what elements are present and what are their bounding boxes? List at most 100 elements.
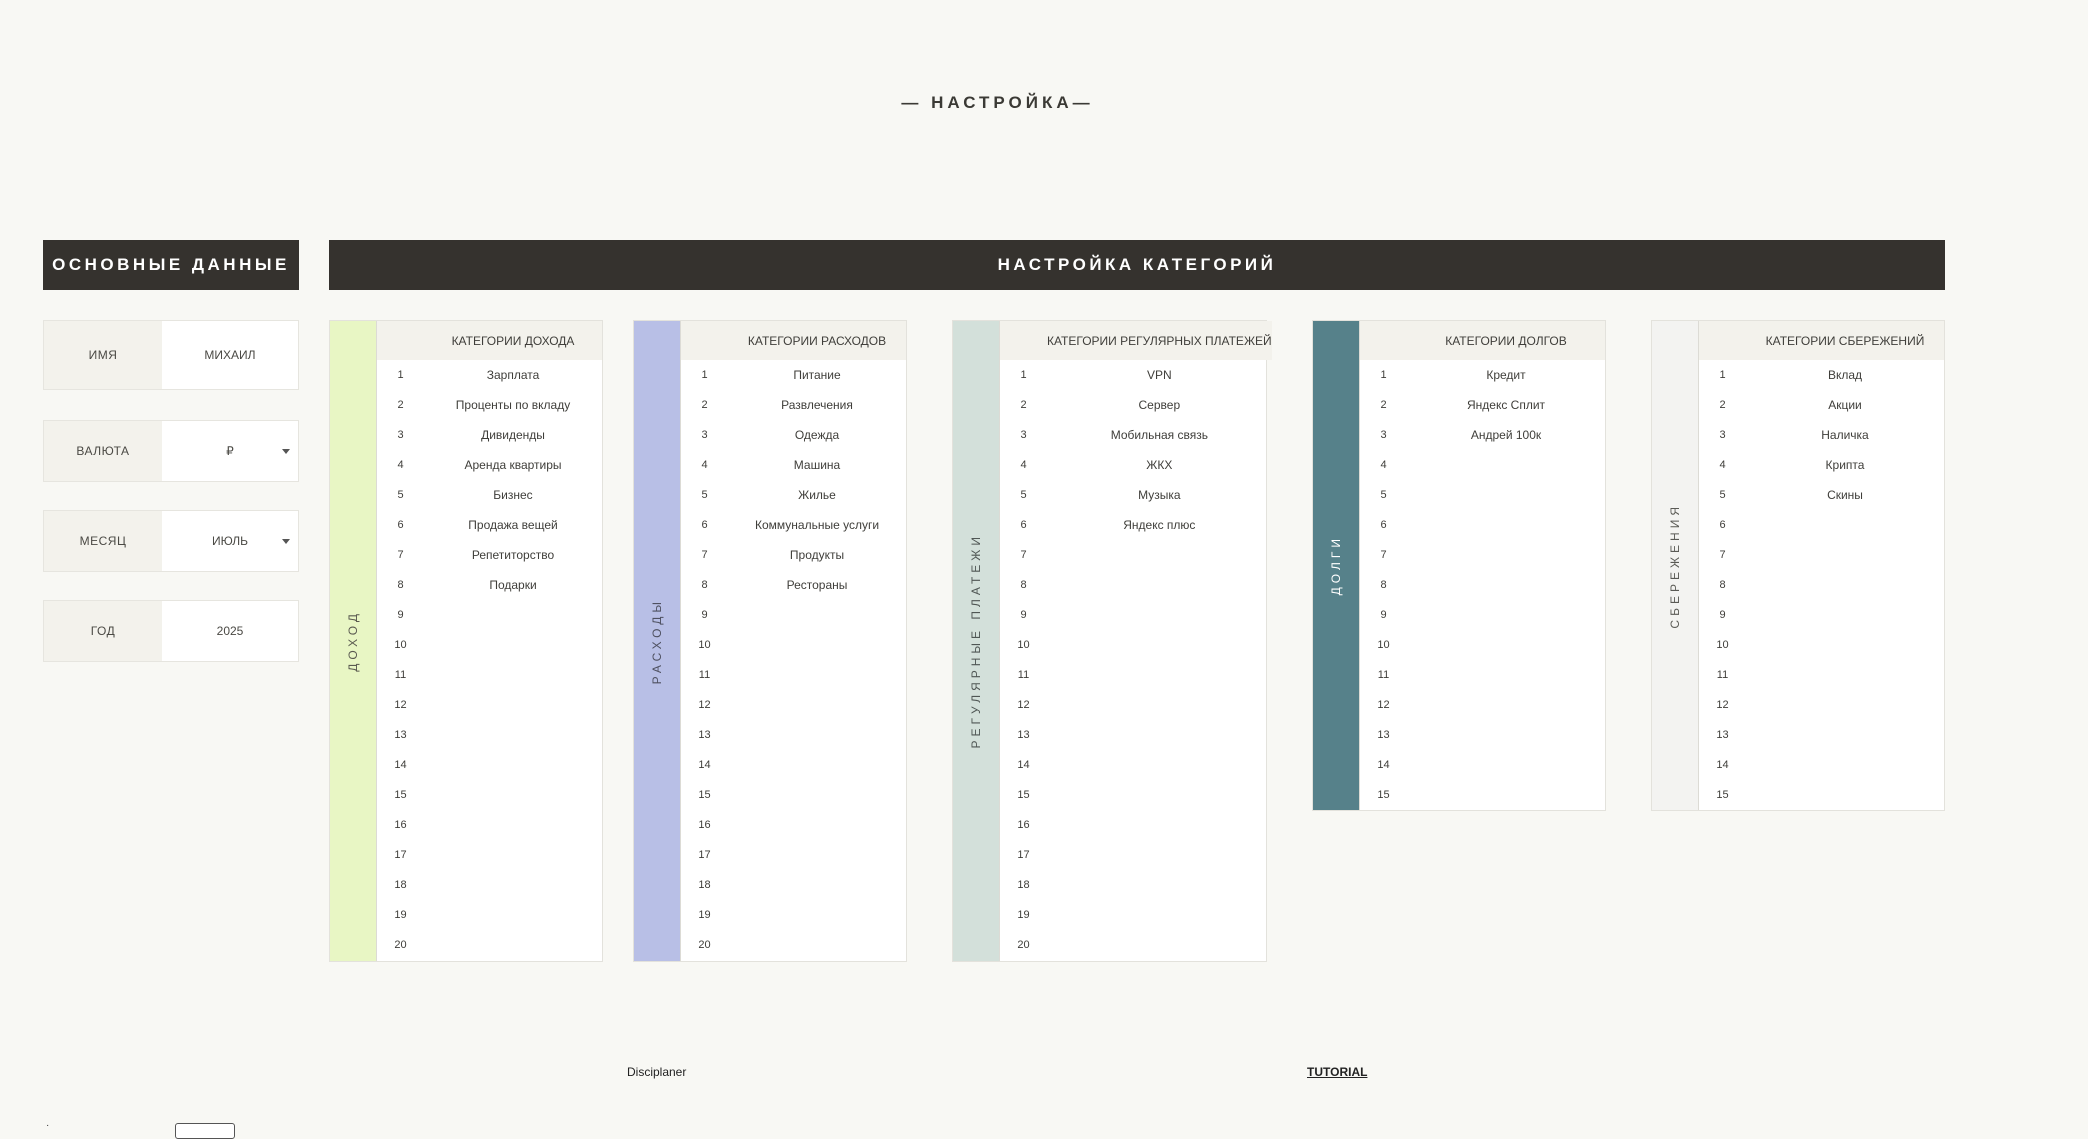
- category-row[interactable]: 7: [1360, 540, 1605, 570]
- category-cell[interactable]: Скины: [1746, 488, 1944, 502]
- category-cell[interactable]: ЖКХ: [1047, 458, 1272, 472]
- currency-select[interactable]: ₽: [162, 421, 298, 481]
- category-cell[interactable]: Андрей 100к: [1407, 428, 1605, 442]
- category-cell[interactable]: Зарплата: [424, 368, 602, 382]
- category-row[interactable]: 14: [1360, 750, 1605, 780]
- category-row[interactable]: 1 Зарплата: [377, 360, 602, 390]
- category-row[interactable]: 9: [1360, 600, 1605, 630]
- category-row[interactable]: 3 Наличка: [1699, 420, 1944, 450]
- category-row[interactable]: 10: [1360, 630, 1605, 660]
- category-row[interactable]: 6 Яндекс плюс: [1000, 510, 1272, 540]
- category-row[interactable]: 15: [1000, 780, 1272, 810]
- category-cell[interactable]: Бизнес: [424, 488, 602, 502]
- category-row[interactable]: 18: [681, 870, 906, 900]
- category-row[interactable]: 9: [1000, 600, 1272, 630]
- category-cell[interactable]: Подарки: [424, 578, 602, 592]
- category-row[interactable]: 6 Коммунальные услуги: [681, 510, 906, 540]
- category-cell[interactable]: Коммунальные услуги: [728, 518, 906, 532]
- category-row[interactable]: 12: [1000, 690, 1272, 720]
- category-cell[interactable]: Проценты по вкладу: [424, 398, 602, 412]
- category-row[interactable]: 2 Проценты по вкладу: [377, 390, 602, 420]
- category-row[interactable]: 8 Рестораны: [681, 570, 906, 600]
- category-row[interactable]: 7 Продукты: [681, 540, 906, 570]
- category-cell[interactable]: Крипта: [1746, 458, 1944, 472]
- category-row[interactable]: 10: [1699, 630, 1944, 660]
- category-cell[interactable]: Продукты: [728, 548, 906, 562]
- category-row[interactable]: 4 ЖКХ: [1000, 450, 1272, 480]
- category-row[interactable]: 14: [1000, 750, 1272, 780]
- category-row[interactable]: 5 Музыка: [1000, 480, 1272, 510]
- category-row[interactable]: 12: [1699, 690, 1944, 720]
- category-cell[interactable]: Наличка: [1746, 428, 1944, 442]
- category-row[interactable]: 1 Кредит: [1360, 360, 1605, 390]
- category-row[interactable]: 11: [1000, 660, 1272, 690]
- category-row[interactable]: 8: [1000, 570, 1272, 600]
- category-row[interactable]: 6: [1360, 510, 1605, 540]
- category-row[interactable]: 19: [681, 900, 906, 930]
- category-row[interactable]: 20: [377, 930, 602, 960]
- category-row[interactable]: 10: [377, 630, 602, 660]
- category-row[interactable]: 4: [1360, 450, 1605, 480]
- category-cell[interactable]: VPN: [1047, 368, 1272, 382]
- category-row[interactable]: 5 Жилье: [681, 480, 906, 510]
- category-row[interactable]: 11: [377, 660, 602, 690]
- category-cell[interactable]: Акции: [1746, 398, 1944, 412]
- category-row[interactable]: 9: [377, 600, 602, 630]
- category-row[interactable]: 12: [377, 690, 602, 720]
- category-cell[interactable]: Машина: [728, 458, 906, 472]
- category-row[interactable]: 13: [377, 720, 602, 750]
- category-cell[interactable]: Репетиторство: [424, 548, 602, 562]
- category-row[interactable]: 8 Подарки: [377, 570, 602, 600]
- category-row[interactable]: 19: [1000, 900, 1272, 930]
- category-cell[interactable]: Яндекс плюс: [1047, 518, 1272, 532]
- category-cell[interactable]: Сервер: [1047, 398, 1272, 412]
- category-row[interactable]: 3 Андрей 100к: [1360, 420, 1605, 450]
- category-cell[interactable]: Рестораны: [728, 578, 906, 592]
- category-row[interactable]: 4 Аренда квартиры: [377, 450, 602, 480]
- name-field[interactable]: МИХАИЛ: [162, 321, 298, 389]
- category-row[interactable]: 18: [1000, 870, 1272, 900]
- category-row[interactable]: 17: [681, 840, 906, 870]
- category-cell[interactable]: Жилье: [728, 488, 906, 502]
- category-row[interactable]: 14: [1699, 750, 1944, 780]
- category-cell[interactable]: Продажа вещей: [424, 518, 602, 532]
- category-cell[interactable]: Кредит: [1407, 368, 1605, 382]
- category-row[interactable]: 7: [1699, 540, 1944, 570]
- category-row[interactable]: 16: [377, 810, 602, 840]
- category-row[interactable]: 13: [681, 720, 906, 750]
- category-cell[interactable]: Развлечения: [728, 398, 906, 412]
- month-select[interactable]: ИЮЛЬ: [162, 511, 298, 571]
- category-row[interactable]: 11: [681, 660, 906, 690]
- category-row[interactable]: 4 Машина: [681, 450, 906, 480]
- category-row[interactable]: 10: [1000, 630, 1272, 660]
- category-row[interactable]: 16: [681, 810, 906, 840]
- category-row[interactable]: 2 Сервер: [1000, 390, 1272, 420]
- category-row[interactable]: 13: [1000, 720, 1272, 750]
- category-row[interactable]: 5: [1360, 480, 1605, 510]
- category-row[interactable]: 3 Дивиденды: [377, 420, 602, 450]
- category-row[interactable]: 5 Скины: [1699, 480, 1944, 510]
- category-row[interactable]: 2 Яндекс Сплит: [1360, 390, 1605, 420]
- category-row[interactable]: 7: [1000, 540, 1272, 570]
- category-row[interactable]: 20: [1000, 930, 1272, 960]
- category-row[interactable]: 20: [681, 930, 906, 960]
- category-cell[interactable]: Мобильная связь: [1047, 428, 1272, 442]
- category-row[interactable]: 15: [681, 780, 906, 810]
- category-row[interactable]: 8: [1699, 570, 1944, 600]
- category-row[interactable]: 2 Развлечения: [681, 390, 906, 420]
- category-cell[interactable]: Дивиденды: [424, 428, 602, 442]
- category-row[interactable]: 3 Мобильная связь: [1000, 420, 1272, 450]
- category-row[interactable]: 1 Питание: [681, 360, 906, 390]
- year-field[interactable]: 2025: [162, 601, 298, 661]
- category-row[interactable]: 7 Репетиторство: [377, 540, 602, 570]
- category-row[interactable]: 3 Одежда: [681, 420, 906, 450]
- category-row[interactable]: 9: [1699, 600, 1944, 630]
- category-row[interactable]: 13: [1360, 720, 1605, 750]
- category-row[interactable]: 17: [377, 840, 602, 870]
- category-row[interactable]: 14: [681, 750, 906, 780]
- category-cell[interactable]: Аренда квартиры: [424, 458, 602, 472]
- category-row[interactable]: 4 Крипта: [1699, 450, 1944, 480]
- category-cell[interactable]: Одежда: [728, 428, 906, 442]
- tutorial-link[interactable]: TUTORIAL: [1307, 1065, 1367, 1079]
- category-row[interactable]: 1 VPN: [1000, 360, 1272, 390]
